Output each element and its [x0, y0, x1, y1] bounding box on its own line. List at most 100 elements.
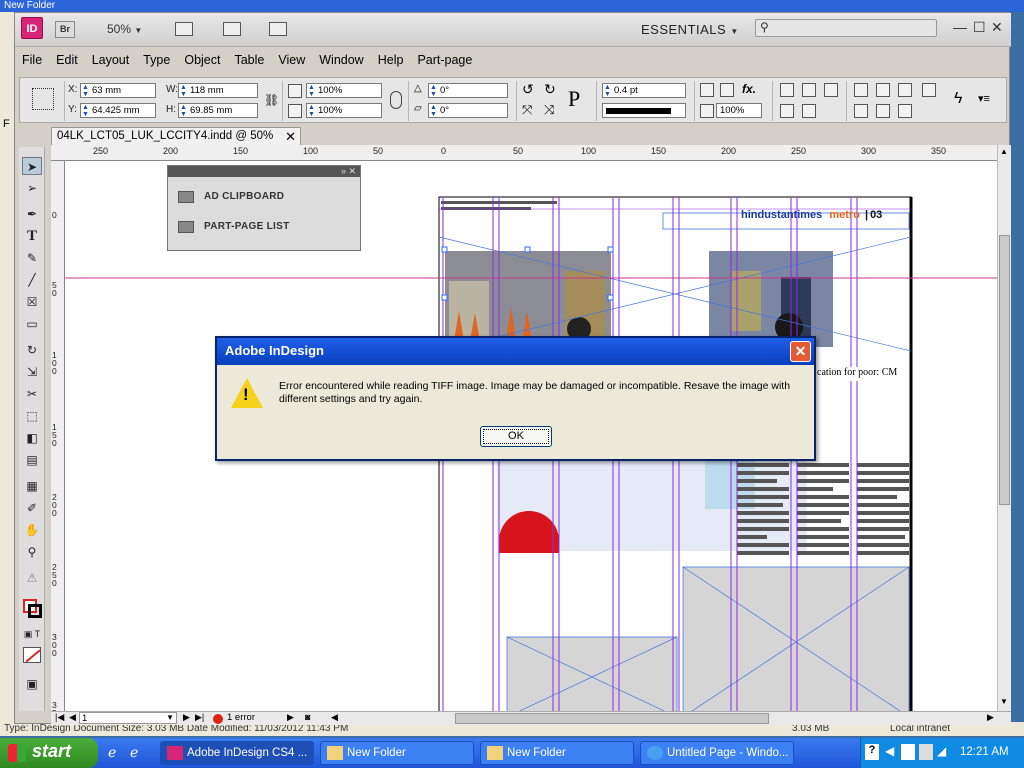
menu-part-page[interactable]: Part-page	[410, 49, 479, 67]
scale-y-field[interactable]: ▲ ▼ 100%	[306, 103, 382, 118]
taskbar-item-browser[interactable]: Untitled Page - Windo...	[640, 741, 794, 765]
align-bottom-icon[interactable]	[898, 104, 912, 118]
stroke-type-dropdown[interactable]	[602, 103, 686, 118]
horizontal-scroll-thumb[interactable]	[455, 713, 769, 724]
ad-clipboard-item[interactable]: AD CLIPBOARD	[168, 182, 360, 212]
stroke-weight-field[interactable]: ▲ ▼ 0.4 pt	[602, 83, 686, 98]
apply-none-icon[interactable]	[23, 647, 41, 663]
menu-window[interactable]: Window	[312, 49, 370, 67]
shear-angle-field[interactable]: ▲ ▼ 0°	[428, 103, 508, 118]
zoom-tool-icon[interactable]: ⚲	[22, 543, 42, 561]
menu-layout[interactable]: Layout	[85, 49, 137, 67]
fit-frame-icon[interactable]	[802, 104, 816, 118]
part-page-list-item[interactable]: PART-PAGE LIST	[168, 212, 360, 242]
screen-mode-button[interactable]	[223, 22, 241, 36]
zoom-level-dropdown[interactable]: 50% ▼	[107, 22, 142, 36]
maximize-button[interactable]: ☐	[973, 19, 986, 36]
scale-x-field[interactable]: ▲ ▼ 100%	[306, 83, 382, 98]
rectangle-frame-tool-icon[interactable]: ☒	[22, 293, 42, 311]
align-center-icon[interactable]	[876, 83, 890, 97]
formatting-container-icon[interactable]: ▣ T	[22, 625, 42, 643]
x-position-field[interactable]: ▲ ▼ 63 mm	[80, 83, 156, 98]
gradient-feather-tool-icon[interactable]: ▤	[22, 451, 42, 469]
selection-tool-icon[interactable]: ➤	[22, 157, 42, 175]
scissors-tool-icon[interactable]: ✂	[22, 385, 42, 403]
back-icon[interactable]: ◀	[885, 744, 894, 758]
tray-app-icon[interactable]	[901, 744, 915, 760]
rotation-angle-field[interactable]: ▲ ▼ 0°	[428, 83, 508, 98]
width-field[interactable]: ▲ ▼ 118 mm	[178, 83, 258, 98]
scroll-right-icon[interactable]: ▶	[987, 712, 994, 723]
panel-header-controls[interactable]: » ✕	[168, 166, 360, 177]
align-left-icon[interactable]	[854, 83, 868, 97]
previous-page-icon[interactable]: ◀	[69, 712, 76, 723]
quick-apply-lightning-icon[interactable]: ϟ	[954, 90, 962, 108]
rectangle-tool-icon[interactable]: ▭	[22, 315, 42, 333]
vertical-scrollbar[interactable]: ▲ ▼	[997, 145, 1011, 711]
scroll-down-icon[interactable]: ▼	[1000, 697, 1008, 706]
open-page-icon[interactable]: ◙	[305, 712, 310, 722]
select-content-icon[interactable]	[802, 83, 816, 97]
fit-content-icon[interactable]	[780, 104, 794, 118]
panel-menu-icon[interactable]: ▾≡	[978, 92, 990, 105]
menu-table[interactable]: Table	[227, 49, 271, 67]
flip-horizontal-icon[interactable]: ⤧	[522, 102, 532, 118]
select-previous-icon[interactable]	[824, 83, 838, 97]
rotate-ccw-icon[interactable]: ↺	[522, 81, 534, 98]
constrain-proportions-icon[interactable]: ⛓	[264, 93, 279, 107]
workspace-switcher[interactable]: ESSENTIALS ▼	[641, 22, 739, 37]
line-tool-icon[interactable]: ╱	[22, 271, 42, 289]
align-middle-icon[interactable]	[876, 104, 890, 118]
search-field[interactable]: ⚲	[755, 19, 937, 37]
scroll-left-icon[interactable]: ◀	[331, 712, 338, 723]
last-page-icon[interactable]: ▶|	[195, 712, 204, 723]
warning-tool-icon[interactable]: ⚠	[22, 569, 42, 587]
flip-vertical-icon[interactable]: ⤨	[544, 102, 554, 118]
dialog-close-button[interactable]: ✕	[790, 341, 811, 362]
reference-point-icon[interactable]	[32, 88, 54, 110]
constrain-scale-icon[interactable]	[390, 91, 402, 109]
align-right-icon[interactable]	[898, 83, 912, 97]
view-options-button[interactable]	[175, 22, 193, 36]
taskbar-item-folder-2[interactable]: New Folder	[480, 741, 634, 765]
note-tool-icon[interactable]: ▦	[22, 477, 42, 495]
preflight-menu-icon[interactable]: ▶	[287, 712, 294, 723]
direct-selection-tool-icon[interactable]: ➢	[22, 179, 42, 197]
menu-help[interactable]: Help	[371, 49, 411, 67]
menu-view[interactable]: View	[271, 49, 312, 67]
taskbar-item-indesign[interactable]: Adobe InDesign CS4 ...	[160, 741, 314, 765]
first-page-icon[interactable]: |◀	[55, 712, 64, 723]
gradient-tool-icon[interactable]: ◧	[22, 429, 42, 447]
close-tab-icon[interactable]: ✕	[285, 129, 296, 145]
effects-icon[interactable]	[700, 83, 714, 97]
tray-app-icon[interactable]	[919, 744, 933, 760]
bridge-button[interactable]: Br	[55, 21, 75, 38]
eyedropper-tool-icon[interactable]: ✐	[22, 499, 42, 517]
ok-button[interactable]: OK	[480, 426, 552, 447]
stroke-swatch-icon[interactable]	[28, 604, 42, 618]
opacity-field[interactable]: 100%	[716, 103, 762, 118]
close-window-button[interactable]: ✕	[991, 19, 1003, 36]
y-position-field[interactable]: ▲ ▼ 64.425 mm	[80, 103, 156, 118]
rotate-cw-icon[interactable]: ↻	[544, 81, 556, 98]
hand-tool-icon[interactable]: ✋	[22, 521, 42, 539]
distribute-icon[interactable]	[922, 83, 936, 97]
minimize-button[interactable]: —	[953, 19, 967, 35]
start-button[interactable]: start	[0, 738, 98, 768]
volume-icon[interactable]: ◢	[937, 744, 946, 758]
align-top-icon[interactable]	[854, 104, 868, 118]
quick-launch-icon[interactable]: ℯ	[130, 744, 138, 761]
menu-type[interactable]: Type	[136, 49, 177, 67]
page-number-field[interactable]: 1 ▼	[79, 712, 177, 724]
vertical-scroll-thumb[interactable]	[999, 235, 1010, 505]
menu-file[interactable]: File	[15, 49, 49, 67]
type-tool-icon[interactable]: T	[22, 227, 42, 245]
taskbar-item-folder-1[interactable]: New Folder	[320, 741, 474, 765]
menu-object[interactable]: Object	[177, 49, 227, 67]
preflight-status[interactable]: 1 error	[227, 712, 255, 723]
rotate-tool-icon[interactable]: ↻	[22, 341, 42, 359]
help-icon[interactable]: ?	[865, 744, 879, 760]
arrange-documents-button[interactable]	[269, 22, 287, 36]
screen-mode-tool-icon[interactable]: ▣	[22, 675, 42, 693]
next-page-icon[interactable]: ▶	[183, 712, 190, 723]
